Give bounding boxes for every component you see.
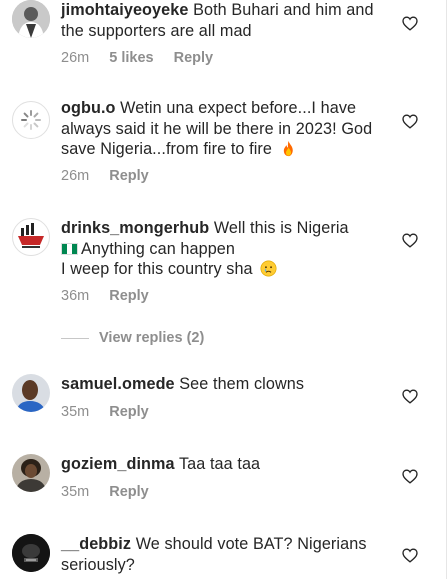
comment-username[interactable]: jimohtaiyeoyeke bbox=[61, 1, 188, 19]
comments-list: jimohtaiyeoyeke Both Buhari and him and … bbox=[0, 0, 447, 579]
comment-meta: 35m Reply bbox=[61, 404, 149, 420]
comment-time: 26m bbox=[61, 50, 90, 66]
comment-meta: 35m Reply bbox=[61, 484, 149, 500]
comment-username[interactable]: drinks_mongerhub bbox=[61, 219, 209, 237]
comment-text: jimohtaiyeoyeke Both Buhari and him and … bbox=[61, 0, 396, 41]
comment-username[interactable]: goziem_dinma bbox=[61, 455, 175, 473]
heart-icon[interactable] bbox=[402, 548, 418, 563]
heart-icon[interactable] bbox=[402, 469, 418, 484]
loading-spinner-icon bbox=[21, 110, 41, 130]
nigeria-flag-icon bbox=[61, 242, 78, 255]
comment-message: See them clowns bbox=[179, 375, 305, 393]
reply-button[interactable]: Reply bbox=[174, 50, 214, 66]
avatar[interactable] bbox=[12, 374, 50, 412]
comment-text: ogbu.o Wetin una expect before...I have … bbox=[61, 98, 396, 160]
comment-username[interactable]: samuel.omede bbox=[61, 375, 175, 393]
comment-time: 36m bbox=[61, 288, 90, 304]
comment-text: drinks_mongerhub Well this is Nigeria An… bbox=[61, 218, 396, 280]
comment-text: samuel.omede See them clowns bbox=[61, 374, 396, 395]
comment-username[interactable]: ogbu.o bbox=[61, 99, 116, 117]
avatar[interactable] bbox=[12, 534, 50, 572]
view-replies-label: View replies (2) bbox=[99, 330, 205, 346]
man-photo-icon bbox=[12, 374, 50, 412]
avatar[interactable] bbox=[12, 0, 50, 38]
reply-button[interactable]: Reply bbox=[109, 404, 149, 420]
drinks-monger-logo-icon bbox=[18, 223, 44, 248]
comment-meta: 26m Reply bbox=[61, 168, 149, 184]
person-silhouette-icon bbox=[12, 0, 50, 38]
reply-button[interactable]: Reply bbox=[109, 288, 149, 304]
woman-photo-icon bbox=[12, 454, 50, 492]
view-replies-button[interactable]: View replies (2) bbox=[61, 330, 204, 346]
fire-emoji-icon bbox=[283, 140, 293, 157]
comment-meta: 36m Reply bbox=[61, 288, 149, 304]
reply-button[interactable]: Reply bbox=[109, 484, 149, 500]
comment-text: __debbiz We should vote BAT? Nigerians s… bbox=[61, 534, 396, 575]
heart-icon[interactable] bbox=[402, 389, 418, 404]
comment-time: 26m bbox=[61, 168, 90, 184]
avatar[interactable] bbox=[12, 454, 50, 492]
comment-meta: 26m 5 likes Reply bbox=[61, 50, 213, 66]
avatar[interactable] bbox=[12, 218, 50, 256]
comment-time: 35m bbox=[61, 404, 90, 420]
comment-time: 35m bbox=[61, 484, 90, 500]
comment-message: Well this is Nigeria bbox=[213, 219, 349, 237]
comment-message-line2: Anything can happen bbox=[81, 239, 236, 258]
heart-icon[interactable] bbox=[402, 16, 418, 31]
comment-likes[interactable]: 5 likes bbox=[109, 50, 153, 66]
heart-icon[interactable] bbox=[402, 233, 418, 248]
heart-icon[interactable] bbox=[402, 114, 418, 129]
comment-text: goziem_dinma Taa taa taa bbox=[61, 454, 396, 475]
divider-line bbox=[61, 337, 89, 339]
reply-button[interactable]: Reply bbox=[109, 168, 149, 184]
comment-message: Taa taa taa bbox=[178, 455, 261, 473]
avatar[interactable] bbox=[12, 101, 50, 139]
crying-face-emoji-icon bbox=[260, 260, 277, 277]
comment-username[interactable]: __debbiz bbox=[61, 535, 131, 553]
dark-logo-icon bbox=[12, 534, 50, 572]
comment-message-line3: I weep for this country sha bbox=[61, 260, 253, 278]
